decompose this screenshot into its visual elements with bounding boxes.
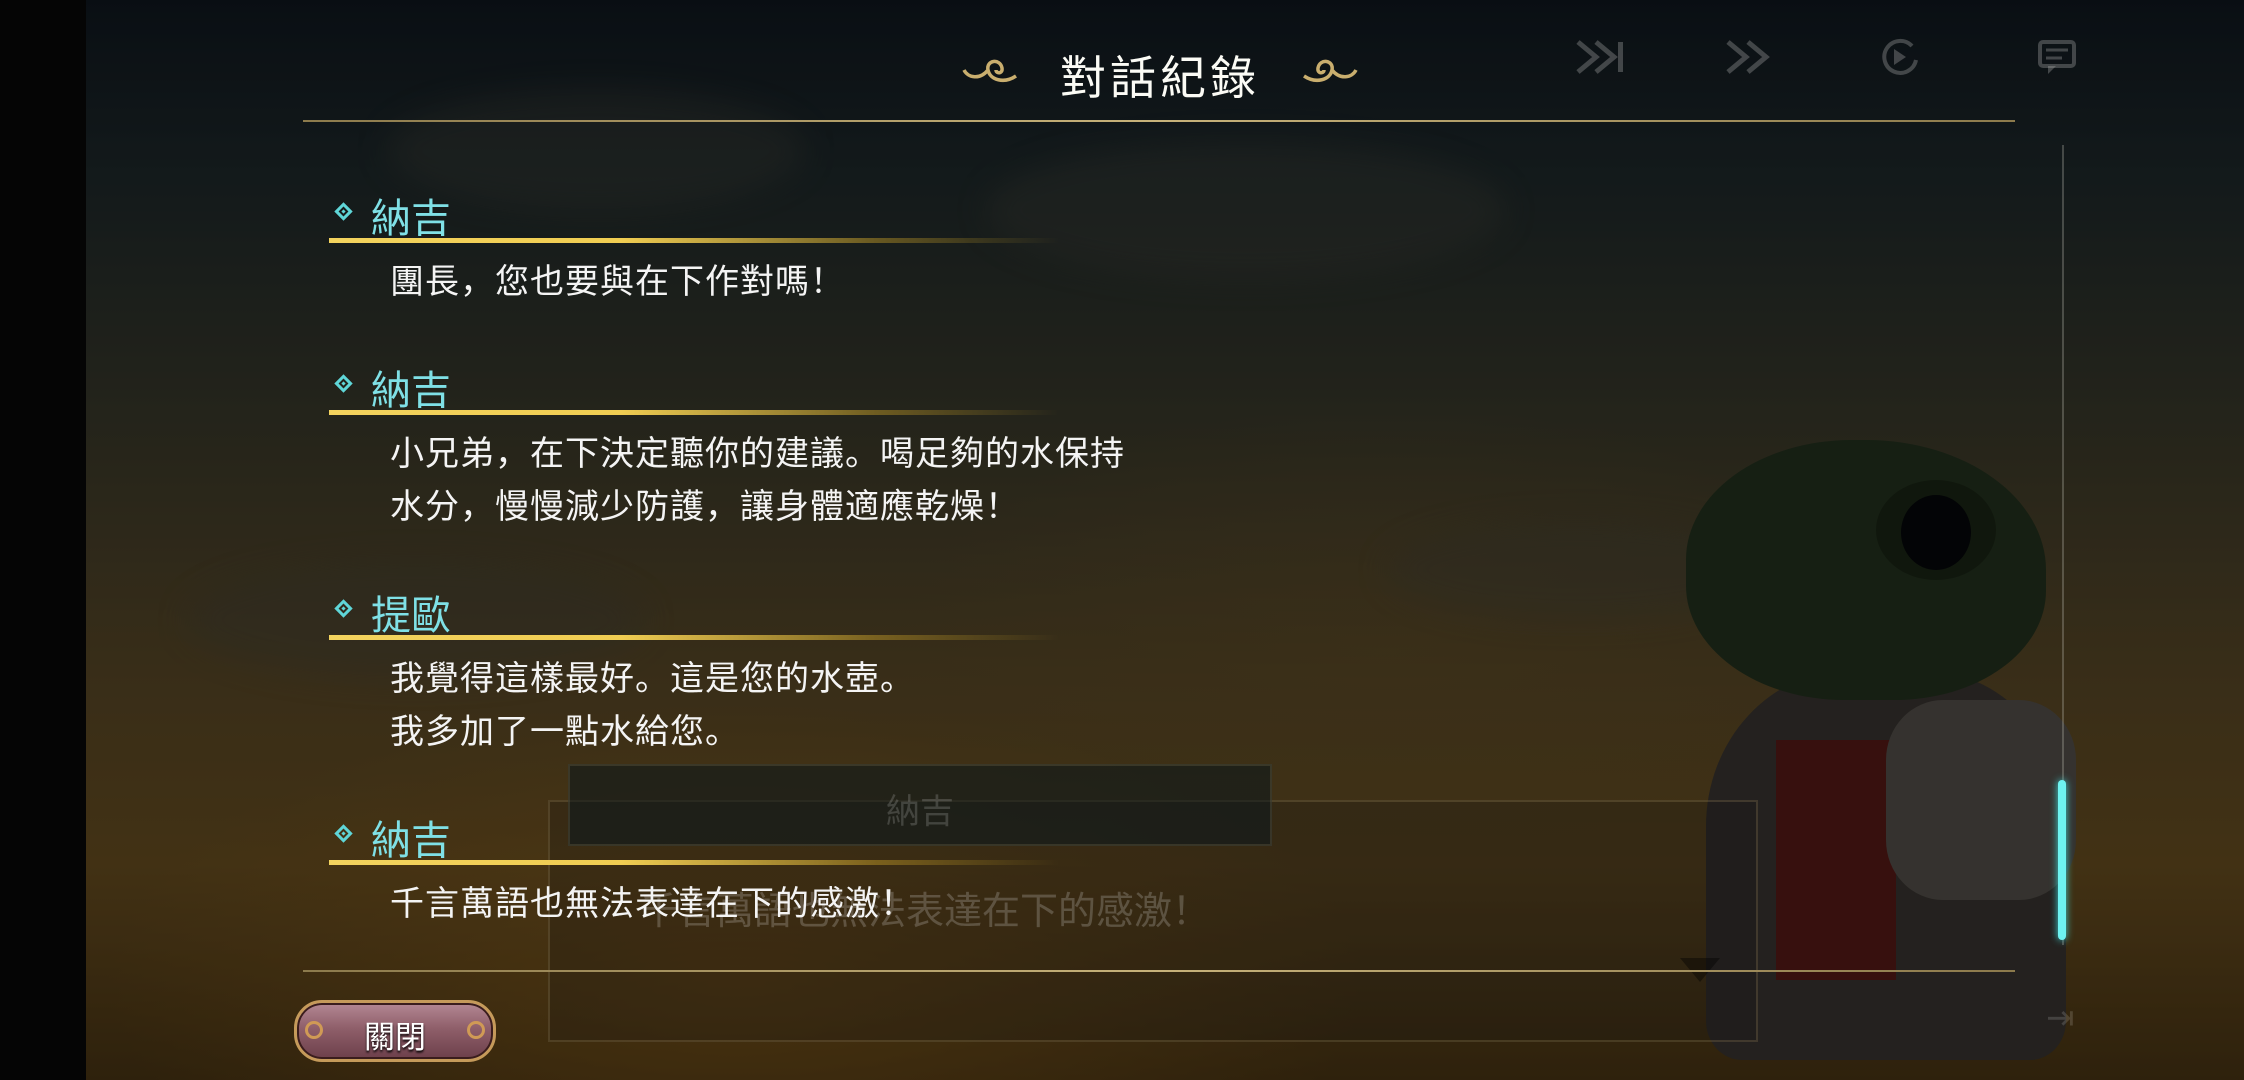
fast-forward-icon[interactable] (1718, 36, 1778, 78)
dialogue-line: 我覺得這樣最好。這是您的水壺。 (390, 659, 915, 699)
speaker-underline (329, 635, 1059, 640)
dialogue-line: 千言萬語也無法表達在下的感激！ (390, 884, 915, 924)
dialogue-line: 團長，您也要與在下作對嗎！ (390, 262, 845, 302)
top-divider (303, 120, 2015, 122)
bottom-divider (303, 970, 2015, 972)
left-flourish-icon (960, 50, 1020, 86)
dialogue-line: 小兄弟，在下決定聽你的建議。喝足夠的水保持 (390, 434, 1125, 474)
button-ornament-icon (467, 1021, 485, 1039)
speaker-name: 納吉 (371, 368, 451, 414)
dialogue-log-screen: 納吉 千言萬語也無法表達在下的感激！ 對話紀錄 納吉 團長，您也要與在下作對嗎！… (0, 0, 2244, 1080)
speaker-underline (329, 238, 1059, 243)
speaker-name: 提歐 (371, 593, 451, 639)
speaker-underline (329, 860, 1059, 865)
page-title: 對話紀錄 (1060, 51, 1260, 105)
scrollbar-thumb[interactable] (2058, 780, 2066, 940)
skip-icon[interactable] (1572, 36, 1632, 78)
speaker-underline (329, 410, 1059, 415)
dialogue-line: 水分，慢慢減少防護，讓身體適應乾燥！ (390, 487, 1020, 527)
diamond-bullet-icon (334, 374, 353, 393)
diamond-bullet-icon (334, 599, 353, 618)
speaker-name: 納吉 (371, 196, 451, 242)
background-skip-icon: ⇥ (2046, 998, 2075, 1038)
right-flourish-icon (1300, 50, 1360, 86)
auto-play-icon[interactable] (1870, 36, 1930, 78)
speaker-name: 納吉 (371, 818, 451, 864)
dialogue-line: 我多加了一點水給您。 (390, 712, 740, 752)
close-button[interactable]: 關閉 (294, 1000, 496, 1062)
close-button-label: 關閉 (364, 1020, 426, 1056)
title-bar: 對話紀錄 (960, 36, 1360, 106)
dialogue-log-list[interactable]: 納吉 團長，您也要與在下作對嗎！ 納吉 小兄弟，在下決定聽你的建議。喝足夠的水保… (303, 124, 2015, 970)
diamond-bullet-icon (334, 202, 353, 221)
log-icon[interactable] (2028, 36, 2088, 78)
diamond-bullet-icon (334, 824, 353, 843)
letterbox-left (0, 0, 86, 1080)
